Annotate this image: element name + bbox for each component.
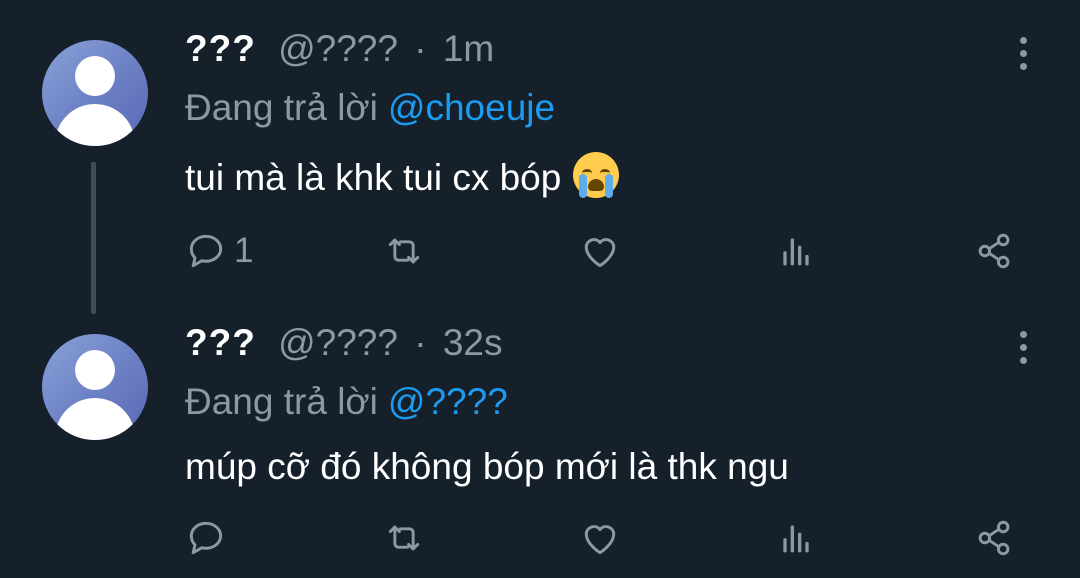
retweet-button[interactable] [382, 226, 426, 276]
heart-icon [584, 238, 616, 268]
tweet-actions: 1 [0, 226, 1080, 276]
replying-to-link[interactable]: @choeuje [388, 87, 555, 128]
more-icon [1019, 330, 1027, 338]
display-name[interactable]: ??? [185, 322, 256, 363]
avatar-head [75, 56, 115, 96]
reply-icon [189, 234, 223, 268]
retweet-button[interactable] [382, 513, 426, 563]
tweet-actions [0, 513, 1080, 563]
avatar-body [55, 104, 135, 146]
more-options-button[interactable] [1008, 327, 1038, 367]
tweet[interactable]: ??? @???? · 32s Đang trả lời @???? múp cỡ… [0, 300, 1080, 578]
avatar[interactable] [42, 40, 148, 146]
views-button[interactable] [774, 226, 818, 276]
retweet-icon [388, 238, 420, 264]
tweet-header: ??? @???? · 1m [185, 28, 494, 70]
replying-to-label: Đang trả lời [185, 87, 378, 128]
tweet-text-content: múp cỡ đó không bóp mới là thk ngu [185, 446, 789, 487]
separator-dot: · [414, 28, 427, 69]
timestamp[interactable]: 32s [443, 322, 503, 363]
reply-count: 1 [234, 231, 254, 270]
separator-dot: · [414, 322, 427, 363]
replying-to: Đang trả lời @???? [185, 381, 508, 423]
views-icon [783, 525, 809, 553]
replying-to: Đang trả lời @choeuje [185, 87, 555, 129]
tweet[interactable]: ??? @???? · 1m Đang trả lời @choeuje tui … [0, 0, 1080, 314]
timestamp[interactable]: 1m [443, 28, 494, 69]
user-handle[interactable]: @???? [278, 322, 398, 363]
like-button[interactable] [578, 226, 622, 276]
views-icon [783, 238, 809, 266]
views-button[interactable] [774, 513, 818, 563]
user-handle[interactable]: @???? [278, 28, 398, 69]
share-button[interactable] [972, 513, 1016, 563]
reply-button[interactable]: 1 [184, 226, 253, 276]
tweet-header: ??? @???? · 32s [185, 322, 503, 364]
avatar-body [55, 398, 135, 440]
replying-to-label: Đang trả lời [185, 381, 378, 422]
more-options-button[interactable] [1008, 33, 1038, 73]
tweet-text: múp cỡ đó không bóp mới là thk ngu [185, 446, 789, 488]
tweet-text-content: tui mà là khk tui cx bóp [185, 157, 562, 198]
replying-to-link[interactable]: @???? [388, 381, 508, 422]
share-button[interactable] [972, 226, 1016, 276]
more-icon [1019, 36, 1027, 44]
tweet-text: tui mà là khk tui cx bóp [185, 152, 620, 199]
share-icon [978, 233, 1010, 269]
display-name[interactable]: ??? [185, 28, 256, 69]
share-icon [978, 520, 1010, 556]
avatar-head [75, 350, 115, 390]
retweet-icon [388, 525, 420, 551]
like-button[interactable] [578, 513, 622, 563]
reply-button[interactable] [184, 513, 234, 563]
loudly-crying-face-icon [573, 152, 620, 198]
reply-icon [189, 521, 223, 555]
avatar[interactable] [42, 334, 148, 440]
heart-icon [584, 525, 616, 555]
